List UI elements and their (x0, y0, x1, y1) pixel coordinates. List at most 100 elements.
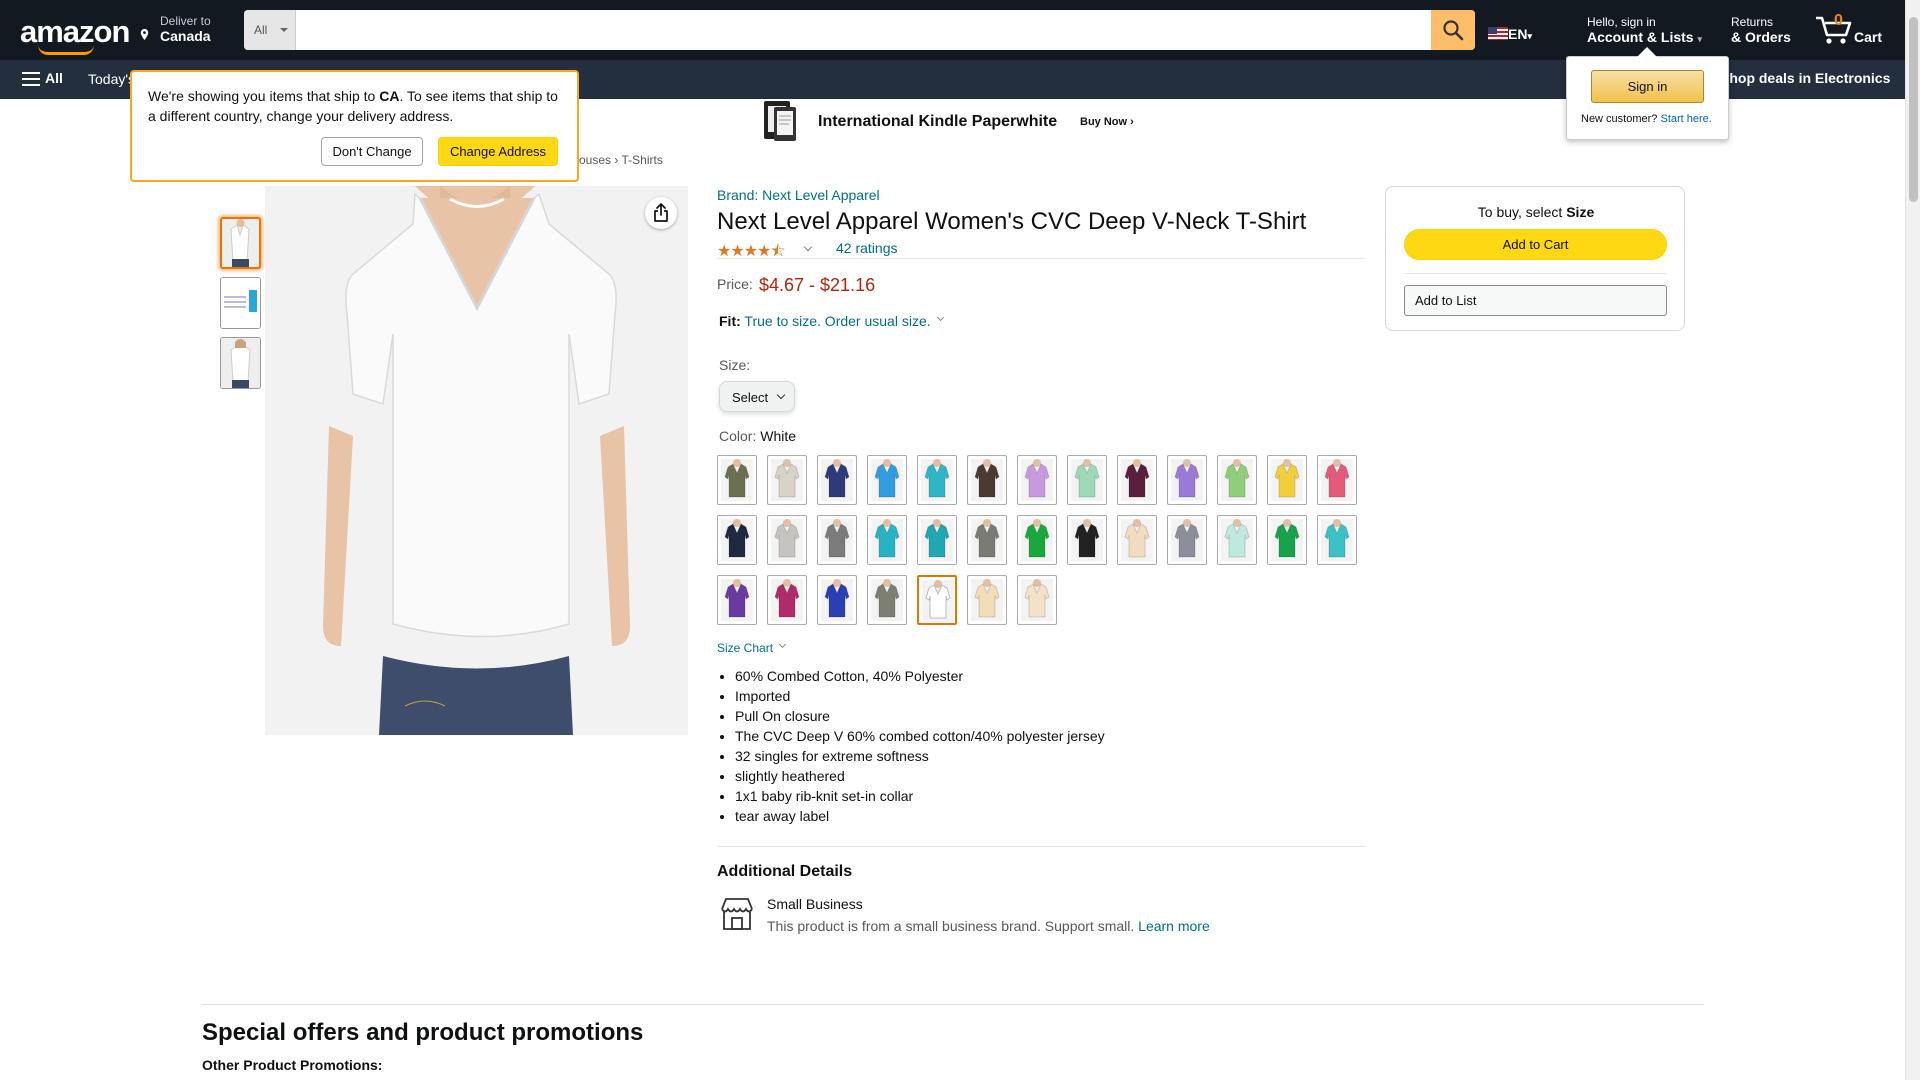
color-swatch[interactable] (917, 455, 957, 505)
thumbnail-1[interactable] (220, 217, 261, 269)
size-dropdown[interactable]: Select (719, 381, 795, 412)
color-swatch[interactable] (1117, 455, 1157, 505)
color-swatch[interactable] (867, 575, 907, 625)
additional-details-heading: Additional Details (717, 863, 853, 880)
color-swatch[interactable] (817, 455, 857, 505)
divider (202, 1004, 1704, 1005)
nav-electronics-deals[interactable]: Shop deals in Electronics (1720, 70, 1890, 86)
size-label: Size: (719, 357, 751, 373)
color-swatch[interactable] (817, 575, 857, 625)
page-scrollbar[interactable] (1905, 0, 1920, 1080)
color-swatch[interactable] (767, 575, 807, 625)
cart-label: Cart (1854, 29, 1883, 45)
delivery-address-popover: We're showing you items that ship to CA.… (130, 70, 579, 182)
color-swatch[interactable] (867, 515, 907, 565)
feature-bullet: Imported (735, 686, 1105, 706)
shirt-swatch-icon (1021, 459, 1053, 501)
banner-buy-now[interactable]: Buy Now › (1080, 116, 1134, 128)
color-swatch[interactable] (1317, 515, 1357, 565)
color-swatch[interactable] (817, 515, 857, 565)
breadcrumb-item[interactable]: ouses (579, 153, 611, 167)
price-label: Price: (717, 276, 753, 292)
chevron-down-icon[interactable] (936, 313, 945, 322)
returns-orders[interactable]: Returns & Orders (1731, 15, 1791, 45)
feature-bullet: Pull On closure (735, 706, 1105, 726)
ratings-count-link[interactable]: 42 ratings (836, 240, 897, 256)
color-swatch[interactable] (767, 515, 807, 565)
color-swatch[interactable] (967, 455, 1007, 505)
color-swatch[interactable] (717, 455, 757, 505)
color-swatches (717, 455, 1377, 625)
color-swatch[interactable] (1117, 515, 1157, 565)
color-swatch[interactable] (717, 575, 757, 625)
hamburger-menu-icon[interactable] (22, 71, 40, 87)
feature-bullet: slightly heathered (735, 766, 1105, 786)
other-promotions-label: Other Product Promotions: (202, 1057, 383, 1073)
size-chart-thumbnail-icon (221, 278, 260, 328)
cart-button[interactable]: 0 Cart (1814, 12, 1882, 51)
color-swatch[interactable] (767, 455, 807, 505)
search-input[interactable] (296, 10, 1421, 50)
shirt-swatch-icon (971, 579, 1003, 621)
color-swatch[interactable] (717, 515, 757, 565)
color-swatch[interactable] (1317, 455, 1357, 505)
shirt-swatch-icon (771, 459, 803, 501)
color-swatch[interactable] (1067, 455, 1107, 505)
color-swatch[interactable] (1267, 455, 1307, 505)
color-swatch[interactable] (1217, 455, 1257, 505)
color-swatch[interactable] (867, 455, 907, 505)
sign-in-button[interactable]: Sign in (1591, 70, 1704, 103)
color-swatch[interactable] (1167, 515, 1207, 565)
small-business-description: This product is from a small business br… (767, 918, 1210, 934)
model-tshirt-illustration (265, 186, 688, 735)
chevron-down-icon[interactable] (778, 640, 787, 649)
color-swatch[interactable] (1217, 515, 1257, 565)
caret-down-icon (280, 28, 288, 32)
color-swatch[interactable] (967, 575, 1007, 625)
account-menu[interactable]: Hello, sign in Account & Lists ▾ (1587, 15, 1702, 45)
scrollbar-thumb[interactable] (1909, 17, 1918, 202)
account-greeting: Hello, sign in (1587, 15, 1656, 29)
main-product-image[interactable] (265, 186, 688, 735)
color-label: Color: White (719, 428, 797, 444)
color-swatch[interactable] (1067, 515, 1107, 565)
learn-more-link[interactable]: Learn more (1138, 918, 1210, 934)
color-swatch[interactable] (1017, 575, 1057, 625)
shirt-swatch-icon (1021, 519, 1053, 561)
language-selector[interactable]: EN▾ (1488, 26, 1532, 42)
color-swatch[interactable] (917, 515, 957, 565)
brand-link[interactable]: Brand: Next Level Apparel (717, 187, 880, 203)
kindle-banner[interactable]: International Kindle Paperwhite Buy Now … (760, 101, 1160, 145)
search-button[interactable] (1431, 10, 1475, 50)
share-button[interactable] (645, 197, 677, 229)
color-swatch[interactable] (917, 575, 957, 625)
buy-box: To buy, select Size Add to Cart Add to L… (1385, 186, 1685, 331)
breadcrumb-item-tshirts[interactable]: T-Shirts (622, 153, 663, 167)
size-chart-link[interactable]: Size Chart (717, 641, 773, 655)
add-to-list-button[interactable]: Add to List (1404, 285, 1667, 316)
color-swatch[interactable] (967, 515, 1007, 565)
thumbnail-2[interactable] (220, 277, 261, 329)
thumbnail-3[interactable] (220, 337, 261, 389)
shirt-swatch-icon (771, 579, 803, 621)
logo-smile-icon (38, 45, 94, 55)
deliver-to[interactable]: Deliver to Canada (140, 14, 211, 44)
fit-info[interactable]: Fit: True to size. Order usual size. (719, 313, 931, 329)
shirt-swatch-icon (821, 519, 853, 561)
add-to-cart-button[interactable]: Add to Cart (1404, 229, 1667, 260)
dont-change-button[interactable]: Don't Change (321, 137, 423, 166)
color-swatch[interactable] (1167, 455, 1207, 505)
banner-title: International Kindle Paperwhite (818, 113, 1058, 130)
all-menu-button[interactable]: All (45, 70, 63, 86)
change-address-button[interactable]: Change Address (438, 137, 558, 166)
shirt-swatch-icon (1271, 519, 1303, 561)
color-swatch[interactable] (1267, 515, 1307, 565)
color-swatch[interactable] (1017, 455, 1057, 505)
product-title: Next Level Apparel Women's CVC Deep V-Ne… (717, 208, 1307, 235)
color-swatch[interactable] (1017, 515, 1057, 565)
chevron-down-icon[interactable] (803, 242, 813, 252)
search-category-select[interactable]: All (244, 10, 296, 50)
star-rating-icon[interactable]: ★★★★⯪ (717, 240, 786, 267)
feature-bullet: 60% Combed Cotton, 40% Polyester (735, 666, 1105, 686)
start-here-link[interactable]: Start here. (1660, 113, 1711, 125)
